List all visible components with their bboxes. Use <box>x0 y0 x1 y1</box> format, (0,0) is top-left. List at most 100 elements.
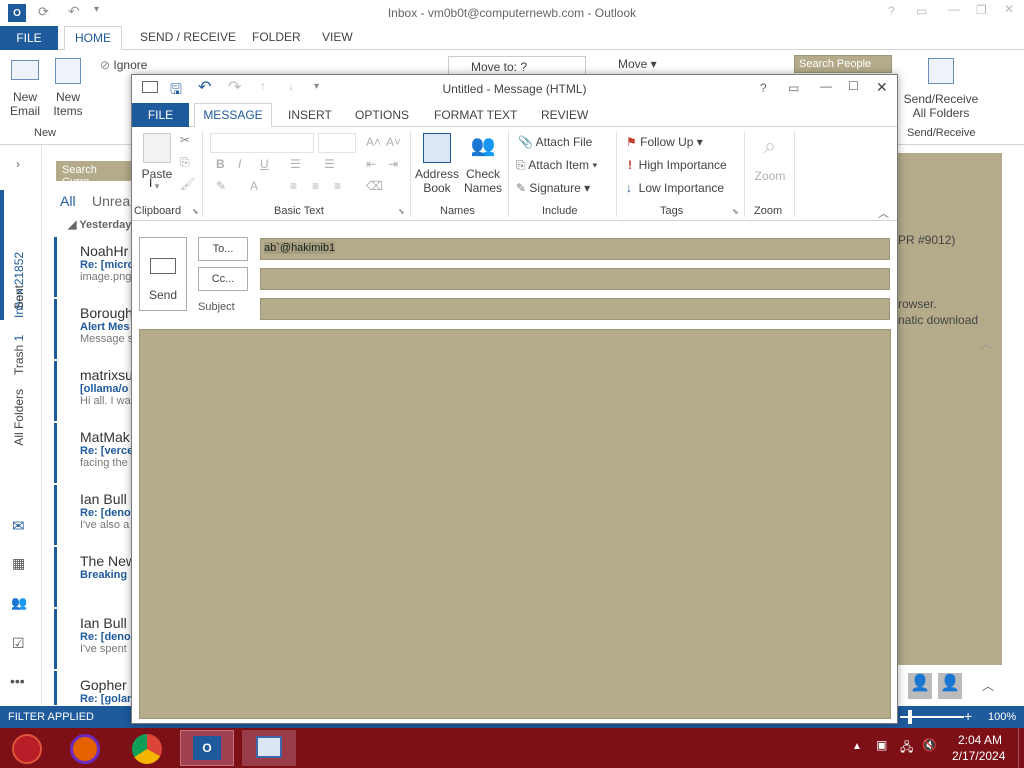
mail-icon[interactable]: ✉ <box>12 517 25 535</box>
tab-insert[interactable]: INSERT <box>288 108 332 122</box>
show-hidden-icons-icon[interactable]: ▲ <box>852 741 862 752</box>
tab-home[interactable]: HOME <box>64 26 122 51</box>
group-header-yesterday[interactable]: ◢ Yesterday <box>68 218 131 231</box>
subject-field[interactable] <box>260 298 890 320</box>
nav-all-folders[interactable]: All Folders <box>12 389 26 446</box>
minimize-icon[interactable]: — <box>820 79 832 93</box>
clear-formatting-icon[interactable]: ⌫ <box>366 179 383 193</box>
list-item[interactable]: Ian Bull Re: [deno I've also a <box>54 485 132 545</box>
ribbon-display-icon[interactable]: ▭ <box>916 4 927 18</box>
decrease-indent-icon[interactable]: ⇤ <box>366 157 376 171</box>
bullets-icon[interactable]: ☰ <box>290 157 301 171</box>
expand-folder-pane-icon[interactable]: › <box>16 157 20 171</box>
list-item[interactable]: Ian Bull Re: [deno I've spent <box>54 609 132 669</box>
font-name-select[interactable] <box>210 133 314 153</box>
basic-text-launcher-icon[interactable]: ⬊ <box>398 207 405 216</box>
shrink-font-icon[interactable]: A˅ <box>386 135 401 149</box>
tab-folder[interactable]: FOLDER <box>252 30 301 44</box>
clock-date[interactable]: 2/17/2024 <box>952 749 1005 763</box>
tab-view[interactable]: VIEW <box>322 30 353 44</box>
search-people-input[interactable]: Search People <box>794 55 892 73</box>
firefox-icon[interactable] <box>70 734 100 764</box>
nav-sent[interactable]: Sent <box>12 285 26 310</box>
zoom-in-icon[interactable]: + <box>964 708 972 724</box>
zoom-button[interactable]: ⌕ Zoom <box>750 133 790 183</box>
numbering-icon[interactable]: ☰ <box>324 157 335 171</box>
nav-trash[interactable]: Trash 1 <box>12 331 26 375</box>
highlight-icon[interactable]: ✎ <box>216 179 226 193</box>
list-item[interactable]: NoahHr Re: [micro image.png <box>54 237 132 297</box>
to-field[interactable]: ab`@hakimib1 <box>260 238 890 260</box>
help-icon[interactable]: ? <box>760 81 767 95</box>
taskbar-network-app-button[interactable] <box>242 730 296 766</box>
tab-send-receive[interactable]: SEND / RECEIVE <box>140 30 236 44</box>
tab-file[interactable]: FILE <box>132 103 189 127</box>
people-icon[interactable]: 👥 <box>11 595 27 611</box>
taskbar-outlook-button[interactable]: O <box>180 730 234 766</box>
close-icon[interactable]: ✕ <box>876 79 888 96</box>
list-item[interactable]: MatMak Re: [verce facing the <box>54 423 132 483</box>
tab-review[interactable]: REVIEW <box>541 108 588 122</box>
list-item[interactable]: The New Breaking <box>54 547 132 607</box>
action-center-icon[interactable]: ▣ <box>876 738 887 752</box>
ribbon-display-icon[interactable]: ▭ <box>788 81 799 95</box>
attach-item-button[interactable]: ⎘ Attach Item ▾ <box>516 158 597 173</box>
contact-photo-icon[interactable]: 👤 <box>938 673 962 699</box>
send-button[interactable]: Send <box>139 237 187 311</box>
zoom-level[interactable]: 100% <box>988 711 1016 723</box>
align-right-icon[interactable]: ≡ <box>334 179 341 193</box>
italic-icon[interactable]: I <box>238 157 241 171</box>
new-items-button[interactable]: New Items <box>48 58 88 124</box>
list-item[interactable]: matrixsu [ollama/o Hi all. I wa <box>54 361 132 421</box>
message-body-editor[interactable] <box>139 329 891 719</box>
move-to-dropdown[interactable]: Move to: ? <box>448 56 586 76</box>
tasks-icon[interactable]: ☑ <box>12 635 25 652</box>
cc-field[interactable] <box>260 268 890 290</box>
high-importance-button[interactable]: ! High Importance <box>628 158 727 172</box>
low-importance-button[interactable]: ↓ Low Importance <box>626 181 724 195</box>
network-icon[interactable]: 🖧 <box>900 738 913 759</box>
cut-icon[interactable]: ✂ <box>180 133 190 147</box>
align-left-icon[interactable]: ≡ <box>290 179 297 193</box>
collapse-info-icon[interactable]: ︿ <box>980 335 992 352</box>
follow-up-button[interactable]: ⚑ Follow Up ▾ <box>626 135 703 149</box>
start-button-icon[interactable] <box>12 734 42 764</box>
underline-icon[interactable]: U <box>260 157 269 171</box>
help-icon[interactable]: ? <box>888 4 895 18</box>
collapse-ribbon-icon[interactable]: ︿ <box>878 205 889 221</box>
clock-time[interactable]: 2:04 AM <box>958 733 1002 747</box>
tab-format-text[interactable]: FORMAT TEXT <box>434 108 517 122</box>
search-mailbox-input[interactable]: Search Curre <box>56 161 132 188</box>
calendar-icon[interactable]: ▦ <box>12 555 25 572</box>
tab-options[interactable]: OPTIONS <box>355 108 409 122</box>
tab-message[interactable]: MESSAGE <box>194 103 272 128</box>
filter-unread[interactable]: Unrea <box>92 193 130 209</box>
new-email-button[interactable]: New Email <box>6 58 44 124</box>
clipboard-launcher-icon[interactable]: ⬊ <box>192 207 199 216</box>
check-names-button[interactable]: 👥 Check Names <box>460 133 506 195</box>
list-item[interactable]: Gopher Re: [golar <box>54 671 132 705</box>
send-receive-all-button[interactable]: Send/Receive All Folders <box>900 58 982 120</box>
font-color-icon[interactable]: A <box>250 179 258 193</box>
increase-indent-icon[interactable]: ⇥ <box>388 157 398 171</box>
ignore-button[interactable]: ⊘ Ignore <box>100 58 147 72</box>
tab-file[interactable]: FILE <box>0 26 58 50</box>
signature-button[interactable]: ✎ Signature ▾ <box>516 181 590 195</box>
expand-people-pane-icon[interactable]: ︿ <box>982 677 994 694</box>
grow-font-icon[interactable]: A˄ <box>366 135 381 149</box>
bold-icon[interactable]: B <box>216 157 225 171</box>
filter-all[interactable]: All <box>60 193 76 209</box>
move-button[interactable]: Move ▾ <box>600 57 657 71</box>
restore-icon[interactable]: ❐ <box>976 3 987 17</box>
paste-button[interactable]: Paste ▾ <box>140 133 174 192</box>
minimize-icon[interactable]: — <box>948 2 960 16</box>
volume-muted-icon[interactable]: 🔇 <box>922 738 937 752</box>
align-center-icon[interactable]: ≡ <box>312 179 319 193</box>
to-button[interactable]: To... <box>198 237 248 261</box>
attach-file-button[interactable]: 📎 Attach File <box>518 135 592 149</box>
contact-photo-icon[interactable]: 👤 <box>908 673 932 699</box>
close-icon[interactable]: ✕ <box>1004 2 1014 16</box>
zoom-slider-thumb[interactable] <box>908 710 912 724</box>
maximize-icon[interactable]: ☐ <box>848 79 859 93</box>
format-painter-icon[interactable]: 🖌 <box>180 177 195 191</box>
